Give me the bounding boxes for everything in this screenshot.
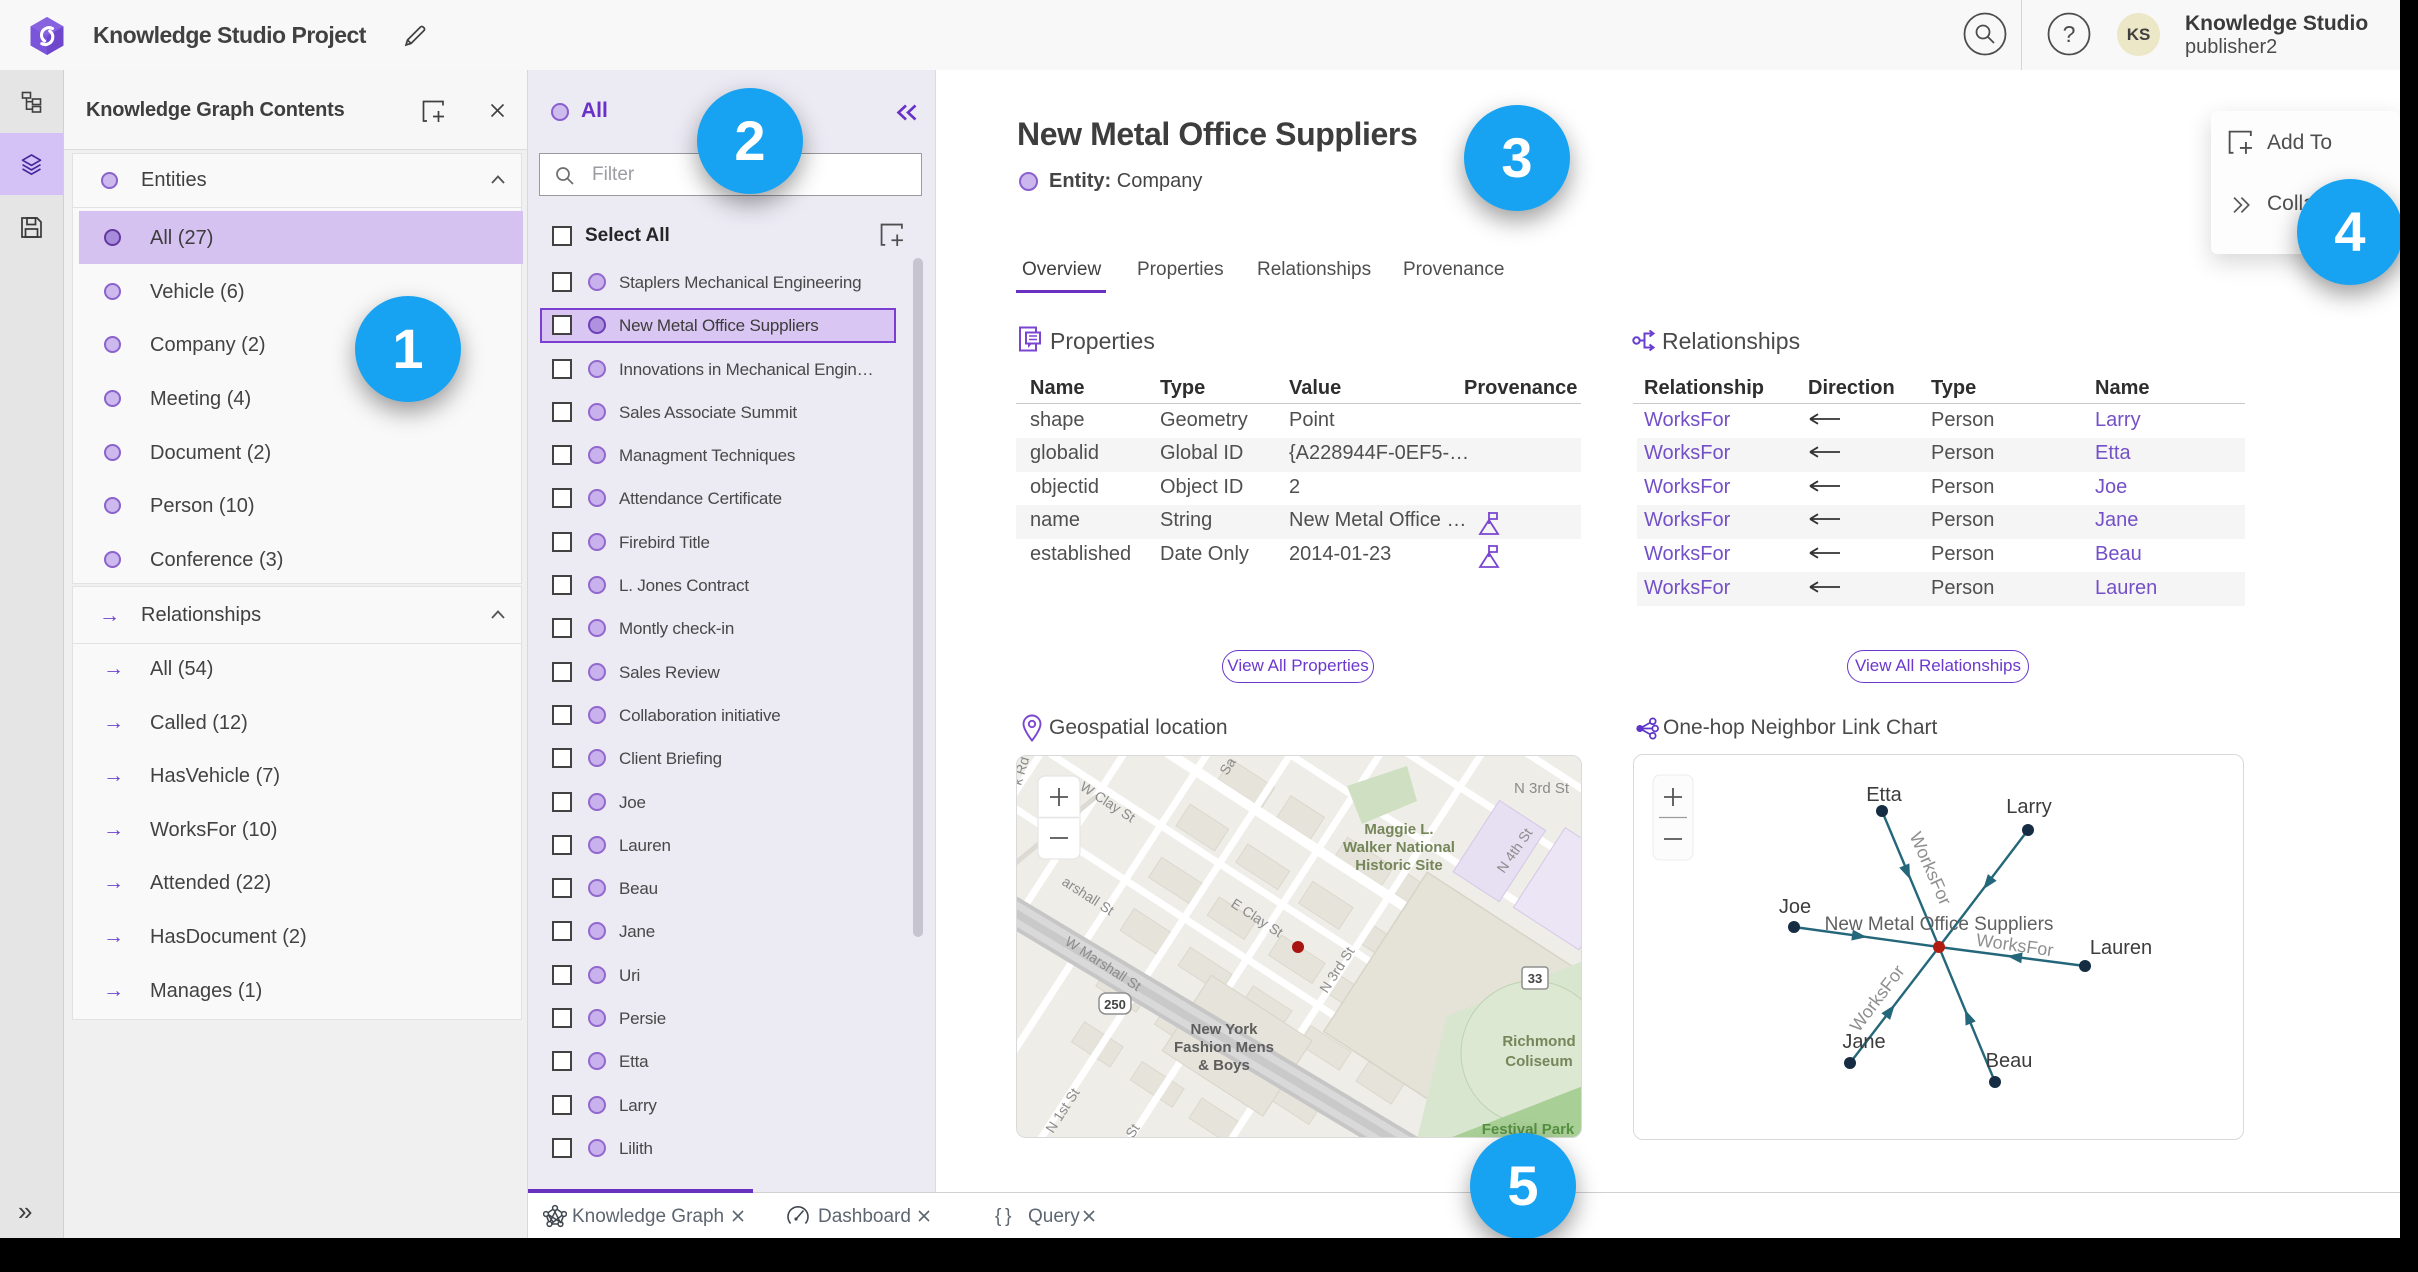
svg-text:Historic Site: Historic Site — [1355, 857, 1443, 874]
svg-text:N 3rd St: N 3rd St — [1514, 780, 1570, 797]
svg-text:Fashion Mens: Fashion Mens — [1174, 1039, 1274, 1056]
svg-text:250: 250 — [1104, 997, 1126, 1012]
svg-text:Coliseum: Coliseum — [1505, 1053, 1573, 1070]
svg-text:New Metal Office Suppliers: New Metal Office Suppliers — [1825, 914, 2054, 935]
svg-text:Richmond: Richmond — [1502, 1033, 1575, 1050]
svg-text:33: 33 — [1528, 971, 1542, 986]
svg-text:Beau: Beau — [1986, 1050, 2033, 1072]
svg-text:Walker National: Walker National — [1343, 839, 1455, 856]
svg-text:Lauren: Lauren — [2090, 937, 2152, 959]
svg-text:New York: New York — [1191, 1021, 1259, 1038]
svg-text:Larry: Larry — [2006, 796, 2052, 818]
svg-text:Jane: Jane — [1842, 1031, 1885, 1053]
svg-text:Joe: Joe — [1779, 896, 1811, 918]
svg-text:Maggie L.: Maggie L. — [1364, 821, 1433, 838]
svg-text:WorksFor: WorksFor — [1906, 829, 1956, 908]
svg-text:?: ? — [2063, 21, 2076, 47]
svg-text:Etta: Etta — [1866, 784, 1902, 806]
svg-text:& Boys: & Boys — [1198, 1057, 1250, 1074]
